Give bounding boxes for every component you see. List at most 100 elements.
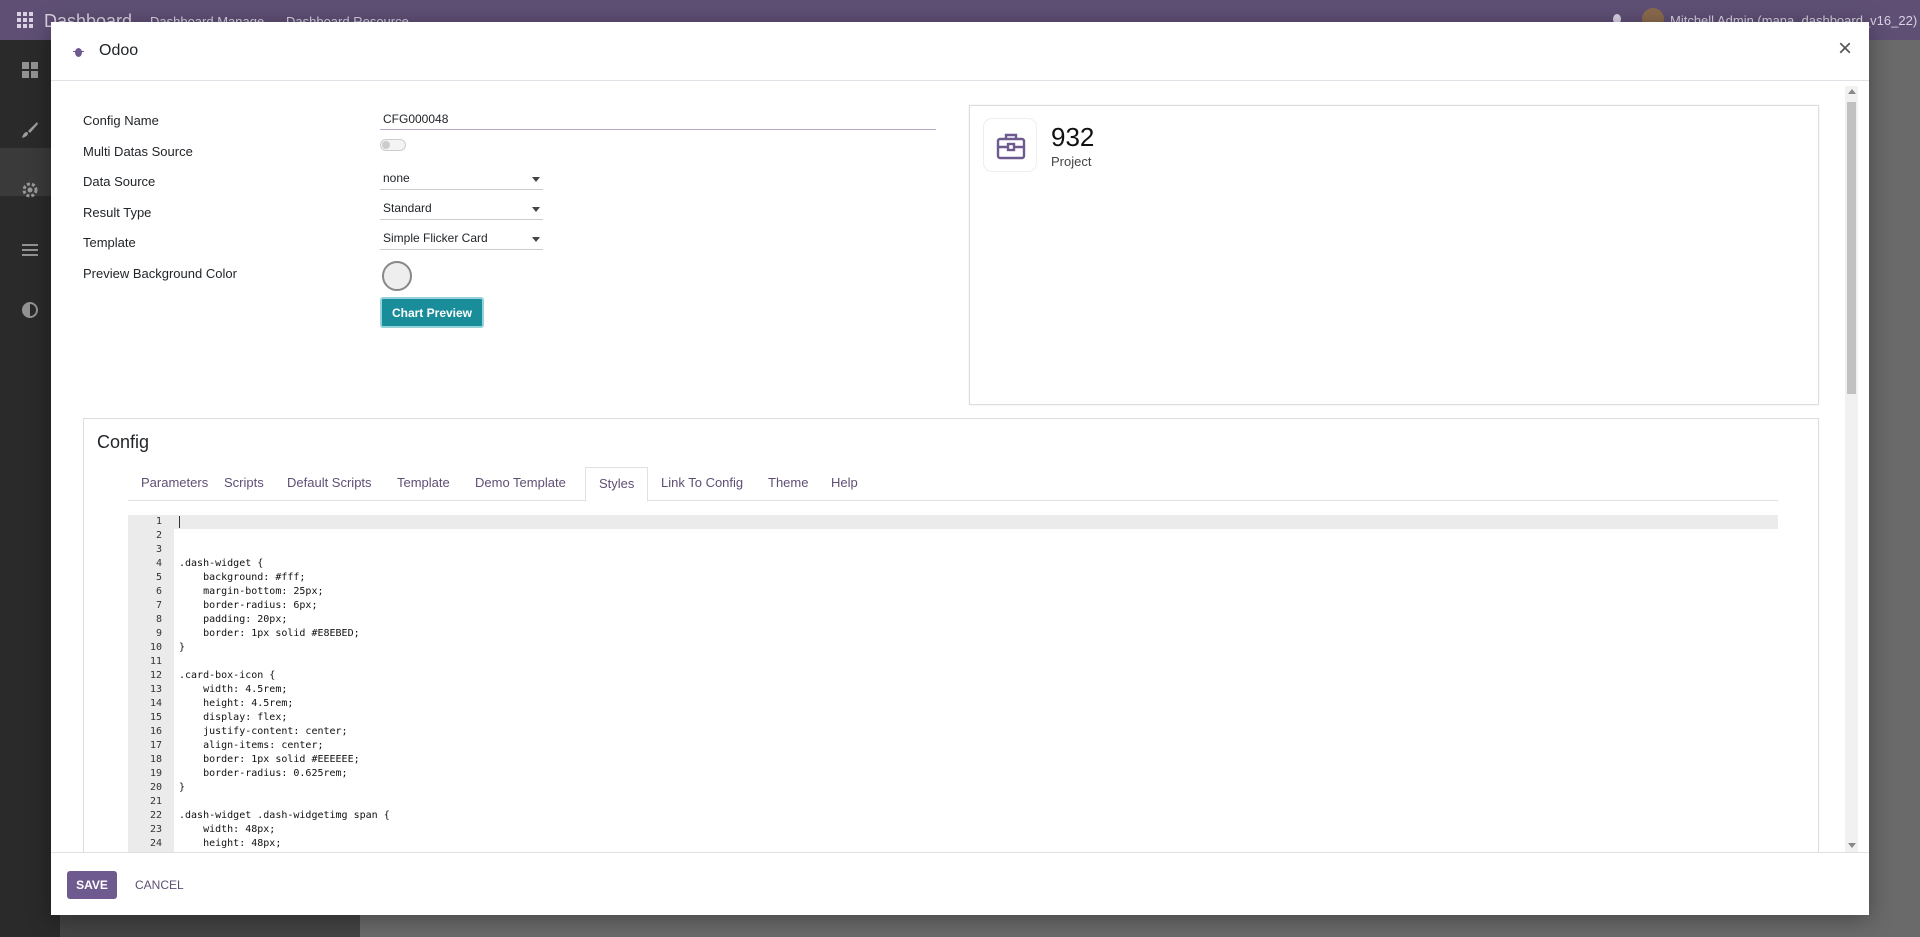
gear-icon[interactable] bbox=[21, 181, 39, 199]
config-section: Config Parameters Scripts Default Script… bbox=[83, 418, 1819, 852]
code-line: 13 width: 4.5rem; bbox=[128, 683, 287, 697]
multi-source-label: Multi Datas Source bbox=[83, 144, 193, 159]
code-line: 20} bbox=[128, 781, 185, 795]
active-line-highlight bbox=[128, 515, 1778, 529]
template-value: Simple Flicker Card bbox=[383, 231, 488, 245]
contrast-icon[interactable] bbox=[21, 301, 39, 319]
tab-link-to-config[interactable]: Link To Config bbox=[648, 467, 756, 501]
code-line: 4 .dash-widget { bbox=[128, 557, 263, 571]
line-number: 6 bbox=[155, 586, 162, 597]
save-button[interactable]: SAVE bbox=[67, 871, 117, 899]
code-text: .dash-widget .dash-widgetimg span { bbox=[179, 810, 390, 821]
line-number: 11 bbox=[149, 656, 162, 667]
code-text: display: flex; bbox=[179, 712, 288, 723]
code-line: 24 height: 48px; bbox=[128, 837, 281, 851]
line-number: 8 bbox=[155, 614, 162, 625]
line-number: 1 bbox=[155, 516, 162, 527]
bug-icon bbox=[73, 48, 84, 57]
code-line: 12 .card-box-icon { bbox=[128, 669, 275, 683]
code-text: border-radius: 0.625rem; bbox=[179, 768, 348, 779]
dialog-footer: SAVE CANCEL bbox=[51, 852, 1869, 915]
code-line: 8 padding: 20px; bbox=[128, 613, 287, 627]
dialog-header: Odoo × bbox=[51, 22, 1869, 81]
line-number: 13 bbox=[149, 684, 162, 695]
card-value: 932 bbox=[1051, 122, 1095, 152]
code-text: background: #fff; bbox=[179, 572, 306, 583]
toggle-knob bbox=[382, 141, 390, 149]
code-line: 15 display: flex; bbox=[128, 711, 287, 725]
line-number: 7 bbox=[155, 600, 162, 611]
code-line: 23 width: 48px; bbox=[128, 823, 275, 837]
dialog-title: Odoo bbox=[99, 42, 139, 59]
tab-styles[interactable]: Styles bbox=[585, 467, 649, 502]
code-line: 5 background: #fff; bbox=[128, 571, 305, 585]
template-select[interactable]: Simple Flicker Card bbox=[380, 228, 543, 250]
config-name-input[interactable] bbox=[380, 108, 936, 130]
config-dialog: Odoo × Config Name Multi Datas Source Da… bbox=[51, 22, 1869, 915]
code-text: width: 4.5rem; bbox=[179, 684, 288, 695]
bg-color-label: Preview Background Color bbox=[83, 266, 237, 281]
scrollbar-thumb[interactable] bbox=[1847, 102, 1856, 394]
line-number: 17 bbox=[149, 740, 162, 751]
line-number: 16 bbox=[149, 726, 162, 737]
code-text: height: 4.5rem; bbox=[179, 698, 294, 709]
tab-help[interactable]: Help bbox=[818, 467, 871, 501]
close-icon[interactable]: × bbox=[1834, 37, 1856, 61]
code-text: padding: 20px; bbox=[179, 614, 288, 625]
result-type-select[interactable]: Standard bbox=[380, 198, 543, 220]
line-number: 9 bbox=[155, 628, 162, 639]
caret-down-icon bbox=[532, 177, 540, 182]
tab-parameters[interactable]: Parameters bbox=[128, 467, 221, 501]
code-line: 7 border-radius: 6px; bbox=[128, 599, 318, 613]
code-text: } bbox=[179, 782, 186, 793]
data-source-select[interactable]: none bbox=[380, 168, 543, 190]
bg-color-picker[interactable] bbox=[382, 261, 412, 291]
cancel-button[interactable]: CANCEL bbox=[131, 871, 188, 899]
scroll-down-icon[interactable] bbox=[1848, 843, 1856, 848]
line-number: 22 bbox=[149, 810, 162, 821]
multi-source-toggle[interactable] bbox=[380, 139, 406, 151]
brush-icon[interactable] bbox=[21, 121, 39, 139]
code-line: 2 bbox=[128, 529, 162, 543]
code-line: 19 border-radius: 0.625rem; bbox=[128, 767, 348, 781]
scroll-up-icon[interactable] bbox=[1848, 89, 1856, 94]
code-line: 17 align-items: center; bbox=[128, 739, 324, 753]
tab-demo-template[interactable]: Demo Template bbox=[462, 467, 579, 501]
code-line: 1 bbox=[128, 515, 162, 529]
code-line: 11 bbox=[128, 655, 162, 669]
apps-grid-icon[interactable] bbox=[16, 11, 34, 29]
code-line: 10} bbox=[128, 641, 185, 655]
background-canvas-right bbox=[1869, 40, 1920, 937]
caret-down-icon bbox=[532, 237, 540, 242]
chart-preview-button[interactable]: Chart Preview bbox=[380, 297, 484, 328]
caret-down-icon bbox=[532, 207, 540, 212]
briefcase-icon bbox=[996, 133, 1026, 160]
line-number: 19 bbox=[149, 768, 162, 779]
code-line: 6 margin-bottom: 25px; bbox=[128, 585, 324, 599]
data-source-label: Data Source bbox=[83, 174, 156, 189]
tab-scripts[interactable]: Scripts bbox=[211, 467, 277, 501]
code-line: 3 bbox=[128, 543, 162, 557]
tab-theme[interactable]: Theme bbox=[755, 467, 821, 501]
dialog-scrollbar[interactable] bbox=[1845, 86, 1858, 852]
list-icon[interactable] bbox=[21, 241, 39, 259]
code-text: border: 1px solid #EEEEEE; bbox=[179, 754, 360, 765]
line-number: 18 bbox=[149, 754, 162, 765]
dialog-body: Config Name Multi Datas Source Data Sour… bbox=[51, 82, 1869, 852]
line-number: 15 bbox=[149, 712, 162, 723]
text-cursor bbox=[179, 516, 180, 528]
tab-default-scripts[interactable]: Default Scripts bbox=[274, 467, 385, 501]
styles-code-editor[interactable]: 1 2 3 4 .dash-widget {5 background: #fff; 6 m… bbox=[128, 515, 1778, 852]
code-text: border-radius: 6px; bbox=[179, 600, 318, 611]
dashboard-icon[interactable] bbox=[21, 61, 39, 79]
line-number: 10 bbox=[149, 642, 162, 653]
card-label: Project bbox=[1051, 154, 1092, 169]
code-text: } bbox=[179, 642, 186, 653]
code-line: 18 border: 1px solid #EEEEEE; bbox=[128, 753, 360, 767]
line-number: 24 bbox=[149, 838, 162, 849]
code-text: align-items: center; bbox=[179, 740, 324, 751]
code-text: .card-box-icon { bbox=[179, 670, 276, 681]
result-type-value: Standard bbox=[383, 201, 432, 215]
code-text: justify-content: center; bbox=[179, 726, 348, 737]
tab-template[interactable]: Template bbox=[384, 467, 463, 501]
